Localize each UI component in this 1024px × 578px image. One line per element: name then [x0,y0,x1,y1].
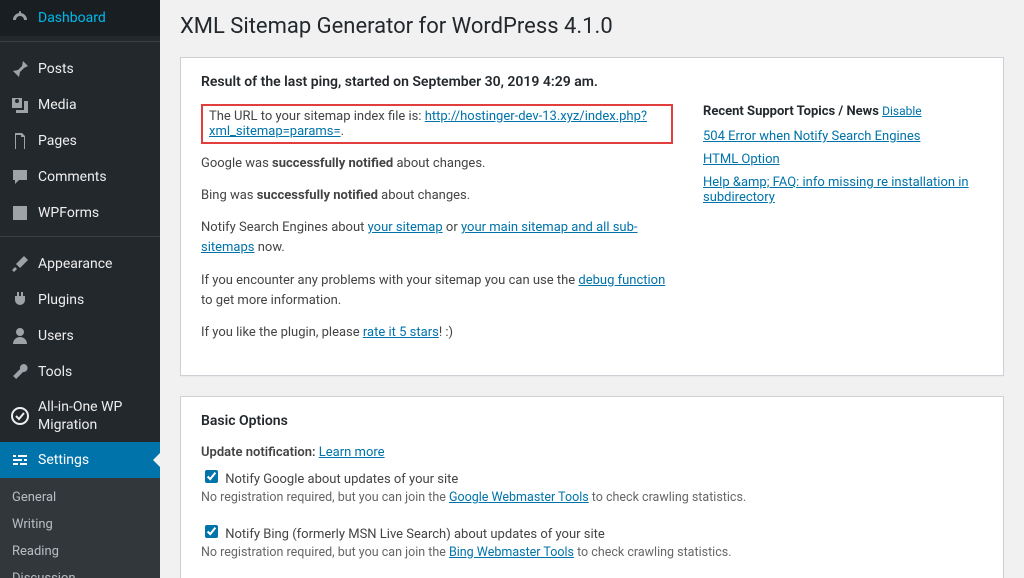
notify-text-post: now. [255,240,285,255]
sidebar-item-posts[interactable]: Posts [0,51,160,87]
migrate-icon [10,406,30,426]
sidebar-separator [0,236,160,241]
sidebar-item-label: Media [38,96,77,114]
support-topic-link[interactable]: HTML Option [703,152,780,167]
sidebar-item-label: Users [38,327,74,345]
sidebar-item-users[interactable]: Users [0,318,160,354]
support-topic-link[interactable]: 504 Error when Notify Search Engines [703,129,920,144]
sidebar-item-label: Dashboard [38,9,106,27]
submenu-item-discussion[interactable]: Discussion [0,565,160,578]
notify-bing-checkbox[interactable] [205,525,218,538]
bing-status-post: about changes. [378,188,470,203]
sliders-icon [10,450,30,470]
sidebar-item-appearance[interactable]: Appearance [0,246,160,282]
pages-icon [10,131,30,151]
google-help-post: to check crawling statistics. [589,490,747,505]
wrench-icon [10,362,30,382]
sidebar-item-label: Plugins [38,291,84,309]
support-topic-link[interactable]: Help &amp; FAQ: info missing re installa… [703,175,969,205]
rate-text-pre: If you like the plugin, please [201,325,363,340]
plug-icon [10,290,30,310]
sidebar-item-tools[interactable]: Tools [0,354,160,390]
notify-google-checkbox[interactable] [205,470,218,483]
bing-help-post: to check crawling statistics. [574,545,732,560]
google-status-bold: successfully notified [272,156,393,171]
notify-bing-label: Notify Bing (formerly MSN Live Search) a… [225,527,605,542]
comment-icon [10,167,30,187]
pin-icon [10,59,30,79]
sidebar-item-label: Tools [38,363,72,381]
main-content: XML Sitemap Generator for WordPress 4.1.… [160,0,1024,578]
sidebar-item-plugins[interactable]: Plugins [0,282,160,318]
debug-function-link[interactable]: debug function [578,273,665,288]
media-icon [10,95,30,115]
sidebar-item-settings[interactable]: Settings [0,442,160,478]
bing-status-pre: Bing was [201,188,257,203]
rate-text-post: ! :) [439,325,453,340]
ping-heading: Result of the last ping, started on Sept… [201,74,983,90]
sidebar-item-dashboard[interactable]: Dashboard [0,0,160,36]
support-box: Recent Support Topics / News Disable 504… [703,104,983,355]
debug-text-pre: If you encounter any problems with your … [201,273,578,288]
settings-submenu: General Writing Reading Discussion XML-S… [0,478,160,578]
support-disable-link[interactable]: Disable [882,104,922,118]
basic-options-heading: Basic Options [201,413,983,429]
google-help-pre: No registration required, but you can jo… [201,490,449,505]
sidebar-item-pages[interactable]: Pages [0,123,160,159]
submenu-item-writing[interactable]: Writing [0,511,160,538]
sidebar-item-label: Pages [38,132,77,150]
sidebar-item-media[interactable]: Media [0,87,160,123]
notify-google-option[interactable]: Notify Google about updates of your site [201,472,458,487]
notify-text-pre: Notify Search Engines about [201,220,368,235]
sidebar-item-label: Settings [38,451,89,469]
sidebar-item-label: Appearance [38,255,112,273]
sidebar-item-migration[interactable]: All-in-One WP Migration [0,390,160,442]
sidebar-item-label: WPForms [38,204,99,222]
admin-sidebar: Dashboard Posts Media Pages Comments W [0,0,160,578]
sidebar-item-comments[interactable]: Comments [0,159,160,195]
brush-icon [10,254,30,274]
notify-text-mid: or [443,220,461,235]
notify-google-label: Notify Google about updates of your site [225,472,458,487]
notify-sitemap-link[interactable]: your sitemap [368,220,443,235]
user-icon [10,326,30,346]
submenu-item-general[interactable]: General [0,484,160,511]
google-webmaster-link[interactable]: Google Webmaster Tools [449,490,589,505]
sidebar-item-label: Posts [38,60,74,78]
sidebar-item-label: All-in-One WP Migration [38,398,150,434]
dashboard-icon [10,8,30,28]
bing-webmaster-link[interactable]: Bing Webmaster Tools [449,545,574,560]
notify-bing-option[interactable]: Notify Bing (formerly MSN Live Search) a… [201,527,605,542]
ping-result-panel: Result of the last ping, started on Sept… [180,57,1004,376]
google-status-post: about changes. [393,156,485,171]
debug-text-post: to get more information. [201,293,341,308]
bing-status-bold: successfully notified [257,188,378,203]
google-status-pre: Google was [201,156,272,171]
bing-help-pre: No registration required, but you can jo… [201,545,449,560]
basic-options-panel: Basic Options Update notification: Learn… [180,396,1004,578]
support-heading: Recent Support Topics / News [703,104,879,119]
sitemap-url-highlight: The URL to your sitemap index file is: h… [201,104,673,144]
sidebar-item-wpforms[interactable]: WPForms [0,195,160,231]
form-icon [10,203,30,223]
rate-link[interactable]: rate it 5 stars [363,325,439,340]
page-title: XML Sitemap Generator for WordPress 4.1.… [180,14,1004,39]
submenu-item-reading[interactable]: Reading [0,538,160,565]
update-notification-label: Update notification: [201,445,316,460]
update-learn-more-link[interactable]: Learn more [319,445,385,460]
sitemap-url-intro: The URL to your sitemap index file is: [209,109,425,124]
sidebar-item-label: Comments [38,168,107,186]
sidebar-separator [0,41,160,46]
